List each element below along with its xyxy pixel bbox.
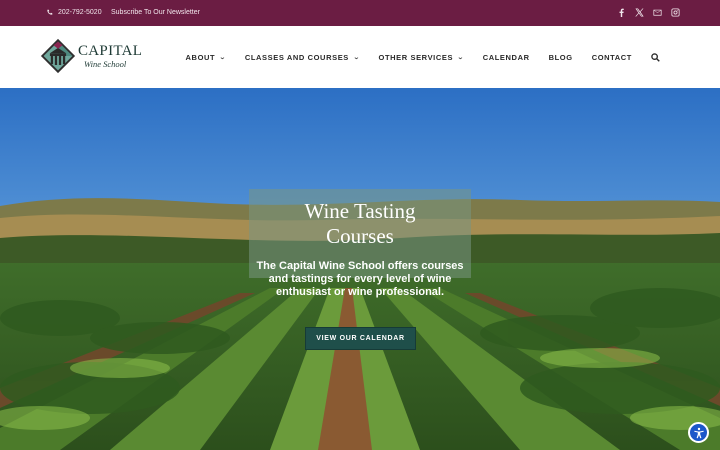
nav-item-label: CONTACT — [591, 53, 632, 62]
nav-item-about[interactable]: ABOUT ⌄ — [186, 53, 226, 62]
nav-item-blog[interactable]: BLOG — [549, 53, 573, 62]
top-bar: 202-792-5020 Subscribe To Our Newsletter — [0, 0, 720, 26]
search-icon[interactable] — [651, 53, 660, 62]
nav-item-label: OTHER SERVICES — [378, 53, 454, 62]
site-header: CAPITAL Wine School ABOUT ⌄ CLASSES AND … — [0, 26, 720, 88]
x-icon[interactable] — [635, 8, 644, 17]
logo-subtitle: Wine School — [84, 58, 127, 69]
hero-description: The Capital Wine School offers courses a… — [256, 260, 464, 298]
chevron-down-icon: ⌄ — [353, 55, 361, 61]
nav-item-classes-and-courses[interactable]: CLASSES AND COURSES ⌄ — [245, 53, 360, 62]
hero-title-line-2: Courses — [326, 224, 394, 248]
nav-item-label: BLOG — [548, 53, 573, 62]
mail-icon[interactable] — [653, 8, 662, 17]
nav-item-label: CALENDAR — [482, 53, 530, 62]
hero-section: Wine Tasting Courses The Capital Wine Sc… — [0, 88, 720, 450]
social-links — [617, 8, 680, 17]
instagram-icon[interactable] — [671, 8, 680, 17]
nav-item-other-services[interactable]: OTHER SERVICES ⌄ — [379, 53, 464, 62]
chevron-down-icon: ⌄ — [457, 55, 465, 61]
view-calendar-button[interactable]: VIEW OUR CALENDAR — [305, 327, 416, 350]
chevron-down-icon: ⌄ — [219, 55, 227, 61]
nav-item-label: CLASSES AND COURSES — [244, 53, 349, 62]
nav-item-label: ABOUT — [185, 53, 216, 62]
logo-diamond-icon — [40, 38, 76, 74]
hero-title: Wine Tasting Courses — [249, 199, 471, 249]
main-nav: ABOUT ⌄ CLASSES AND COURSES ⌄ OTHER SERV… — [186, 53, 660, 62]
nav-item-calendar[interactable]: CALENDAR — [483, 53, 530, 62]
accessibility-button[interactable] — [688, 422, 709, 443]
facebook-icon[interactable] — [617, 8, 626, 17]
phone-number: 202-792-5020 — [58, 9, 102, 16]
newsletter-link[interactable]: Subscribe To Our Newsletter — [111, 9, 200, 16]
hero-title-line-1: Wine Tasting — [304, 199, 416, 223]
accessibility-icon — [693, 427, 704, 438]
phone-link[interactable]: 202-792-5020 — [46, 9, 102, 16]
logo-title: CAPITAL — [78, 42, 143, 59]
nav-item-contact[interactable]: CONTACT — [592, 53, 632, 62]
site-logo[interactable]: CAPITAL Wine School — [40, 38, 142, 74]
phone-icon — [47, 9, 53, 15]
logo-text: CAPITAL Wine School — [78, 42, 143, 69]
